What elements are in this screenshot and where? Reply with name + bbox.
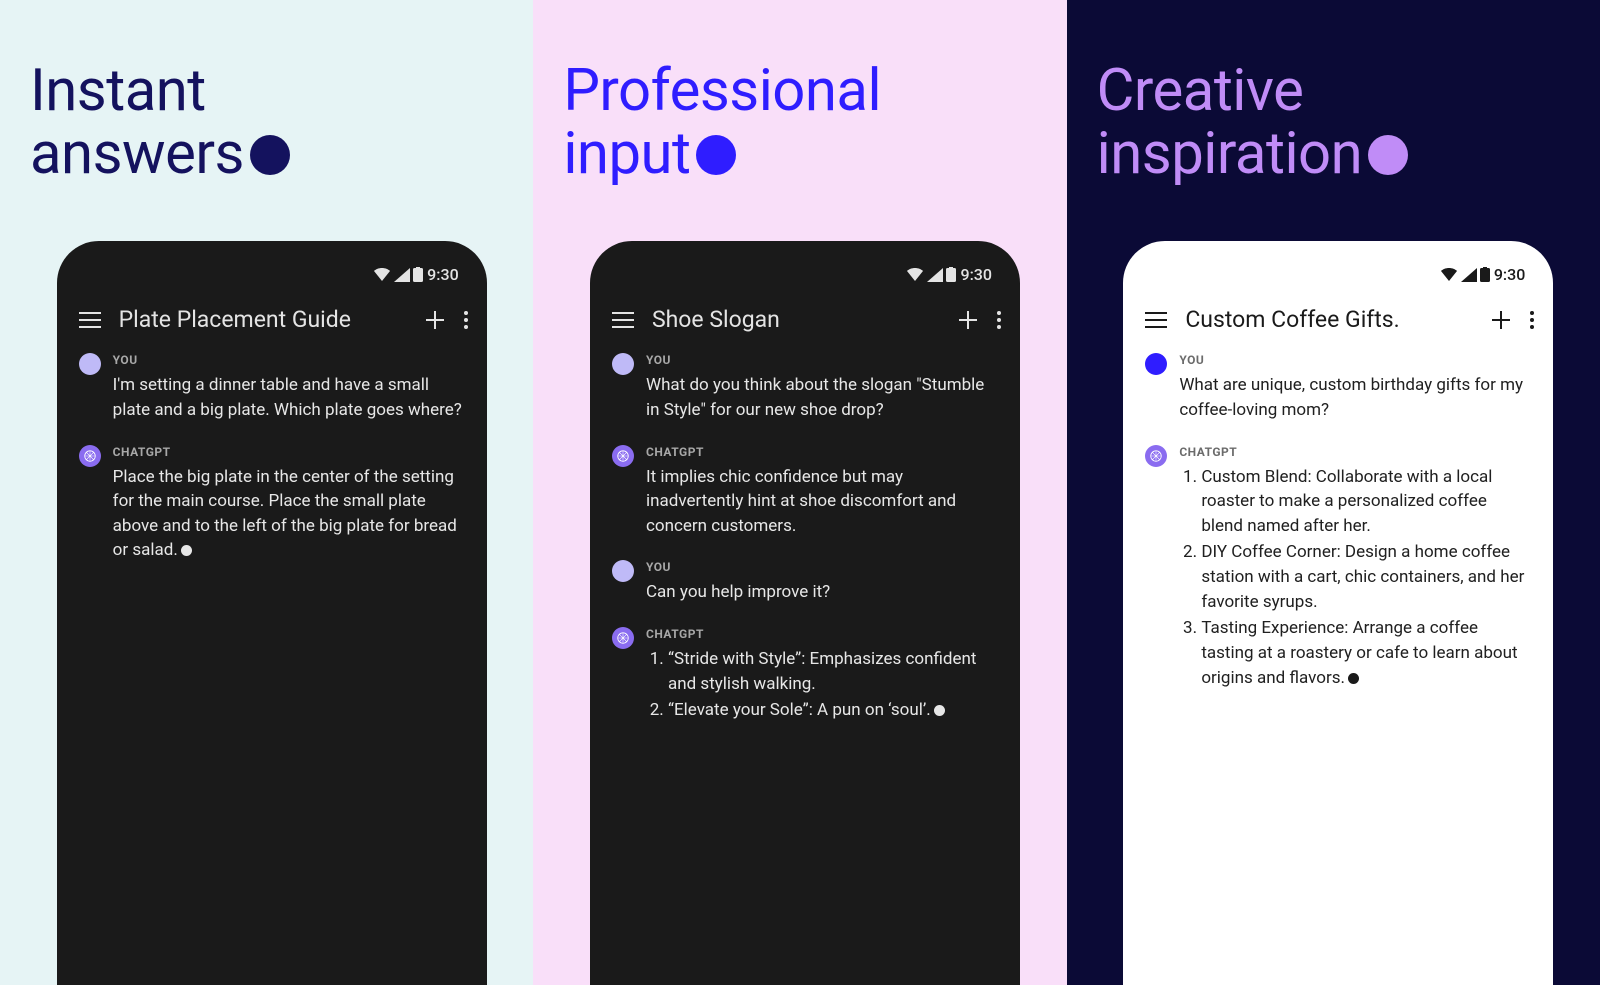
statusbar-time: 9:30 [960,265,992,284]
message-list: YOU I'm setting a dinner table and have … [57,347,487,563]
new-chat-button[interactable] [1491,310,1511,330]
promo-panel-creative-inspiration: Creative inspiration 9:30 Custom Coffee … [1067,0,1600,985]
status-icons [373,267,423,282]
chat-title: Shoe Slogan [652,306,940,333]
brand-dot-icon [696,135,736,175]
statusbar: 9:30 [590,241,1020,294]
statusbar: 9:30 [1123,241,1553,294]
user-message: YOU Can you help improve it? [612,560,998,605]
role-label: CHATGPT [646,445,998,459]
role-label: CHATGPT [646,627,998,641]
promo-panel-professional-input: Professional input 9:30 Shoe Slogan [533,0,1066,985]
statusbar: 9:30 [57,241,487,294]
phone-mock-dark: 9:30 Plate Placement Guide YOU I'm setti… [57,241,487,985]
message-text: Place the big plate in the center of the… [113,465,465,564]
list-item: “Stride with Style”: Emphasizes confiden… [668,647,998,696]
battery-icon [946,267,956,282]
more-options-button[interactable] [996,310,1002,330]
chatgpt-avatar-icon [612,627,634,649]
assistant-message: CHATGPT Place the big plate in the cente… [79,445,465,564]
statusbar-time: 9:30 [427,265,459,284]
cursor-dot-icon [934,705,945,716]
cursor-dot-icon [1348,673,1359,684]
wifi-icon [1440,268,1458,282]
list-item: Tasting Experience: Arrange a coffee tas… [1201,616,1531,690]
message-text: Custom Blend: Collaborate with a local r… [1179,465,1531,691]
role-label: CHATGPT [1179,445,1531,459]
status-icons [1440,267,1490,282]
role-label: YOU [113,353,465,367]
message-list: YOU What do you think about the slogan "… [590,347,1020,725]
list-item: DIY Coffee Corner: Design a home coffee … [1201,540,1531,614]
user-message: YOU I'm setting a dinner table and have … [79,353,465,422]
cell-signal-icon [394,268,410,282]
message-text: I'm setting a dinner table and have a sm… [113,373,465,422]
user-avatar-icon [1145,353,1167,375]
headline-line2: answers [30,120,244,188]
menu-icon[interactable] [1145,312,1167,328]
user-avatar-icon [612,560,634,582]
wifi-icon [373,268,391,282]
menu-icon[interactable] [612,312,634,328]
menu-icon[interactable] [79,312,101,328]
chatgpt-avatar-icon [612,445,634,467]
cell-signal-icon [1461,268,1477,282]
role-label: CHATGPT [113,445,465,459]
headline-line1: Professional [563,57,881,125]
message-text: What are unique, custom birthday gifts f… [1179,373,1531,422]
phone-mock-dark: 9:30 Shoe Slogan YOU What do you think a… [590,241,1020,985]
new-chat-button[interactable] [958,310,978,330]
chat-header: Shoe Slogan [590,294,1020,347]
headline-line2: input [563,120,690,188]
promo-panel-instant-answers: Instant answers 9:30 Plate Placement Gui… [0,0,533,985]
list-item: Custom Blend: Collaborate with a local r… [1201,465,1531,539]
brand-dot-icon [250,135,290,175]
statusbar-time: 9:30 [1494,265,1526,284]
headline-line1: Creative [1097,57,1304,125]
user-avatar-icon [612,353,634,375]
message-text: Can you help improve it? [646,580,998,605]
assistant-message: CHATGPT It implies chic confidence but m… [612,445,998,539]
phone-mock-light: 9:30 Custom Coffee Gifts. YOU What are u… [1123,241,1553,985]
cell-signal-icon [927,268,943,282]
headline: Creative inspiration [1097,60,1580,185]
cursor-dot-icon [181,545,192,556]
wifi-icon [906,268,924,282]
user-avatar-icon [79,353,101,375]
assistant-message: CHATGPT Custom Blend: Collaborate with a… [1145,445,1531,693]
headline-line2: inspiration [1097,120,1363,188]
chat-header: Plate Placement Guide [57,294,487,347]
message-text: “Stride with Style”: Emphasizes confiden… [646,647,998,723]
user-message: YOU What do you think about the slogan "… [612,353,998,422]
chatgpt-avatar-icon [1145,445,1167,467]
headline: Professional input [563,60,1046,185]
headline-line1: Instant [30,57,206,125]
role-label: YOU [1179,353,1531,367]
status-icons [906,267,956,282]
chat-title: Custom Coffee Gifts. [1185,306,1473,333]
role-label: YOU [646,560,998,574]
more-options-button[interactable] [463,310,469,330]
message-text: It implies chic confidence but may inadv… [646,465,998,539]
chat-title: Plate Placement Guide [119,306,407,333]
brand-dot-icon [1368,135,1408,175]
headline: Instant answers [30,60,513,185]
chat-header: Custom Coffee Gifts. [1123,294,1553,347]
chatgpt-avatar-icon [79,445,101,467]
battery-icon [413,267,423,282]
more-options-button[interactable] [1529,310,1535,330]
message-text: What do you think about the slogan "Stum… [646,373,998,422]
battery-icon [1480,267,1490,282]
assistant-message: CHATGPT “Stride with Style”: Emphasizes … [612,627,998,725]
new-chat-button[interactable] [425,310,445,330]
list-item: “Elevate your Sole”: A pun on ‘soul’. [668,698,998,723]
user-message: YOU What are unique, custom birthday gif… [1145,353,1531,422]
message-list: YOU What are unique, custom birthday gif… [1123,347,1553,692]
role-label: YOU [646,353,998,367]
